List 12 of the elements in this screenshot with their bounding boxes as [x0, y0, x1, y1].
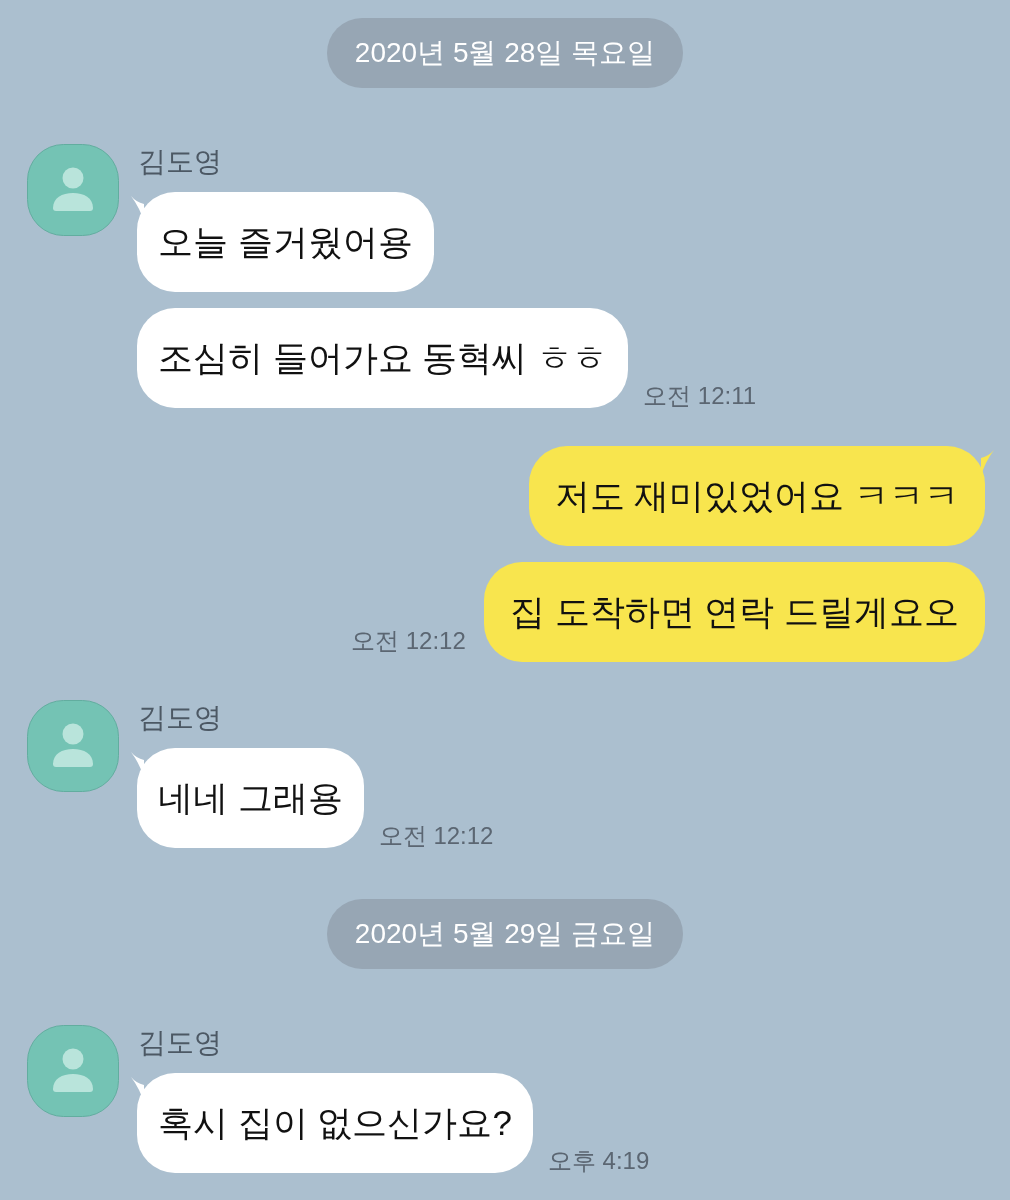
- avatar-icon[interactable]: [27, 1025, 119, 1117]
- message-time: 오전 12:12: [378, 824, 494, 848]
- message-time: 오후 4:19: [547, 1149, 650, 1173]
- avatar-icon[interactable]: [27, 700, 119, 792]
- sender-name: 김도영: [137, 1026, 222, 1060]
- message-time: 오전 12:11: [643, 384, 757, 408]
- avatar-icon[interactable]: [27, 144, 119, 236]
- date-divider: 2020년 5월 29일 금요일: [326, 899, 684, 969]
- message-time: 오전 12:12: [351, 629, 466, 653]
- sender-name: 김도영: [137, 145, 222, 179]
- sender-name: 김도영: [137, 701, 222, 735]
- date-divider: 2020년 5월 28일 목요일: [326, 18, 684, 88]
